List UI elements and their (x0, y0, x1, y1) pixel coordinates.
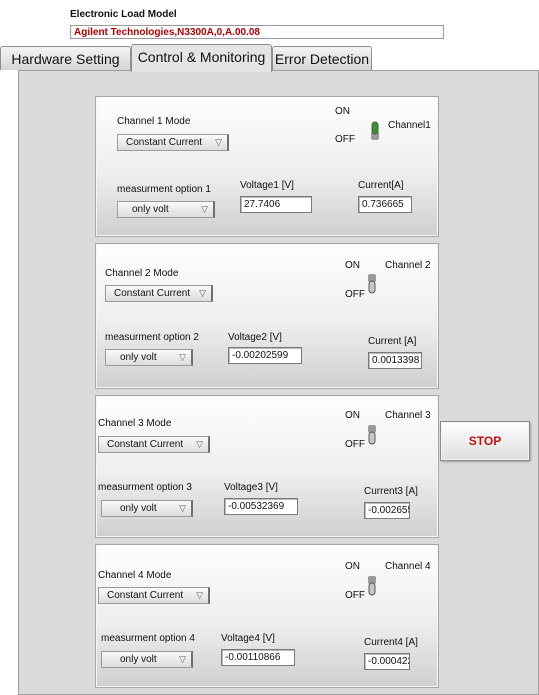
voltage-label: Voltage4 [V] (221, 633, 275, 644)
measurement-option-label: measurment option 1 (117, 184, 211, 195)
current-label: Current3 [A] (364, 486, 418, 497)
voltage-indicator: -0.00532369 (224, 498, 298, 515)
measurement-option-select[interactable]: only volt ▽ (105, 349, 193, 366)
voltage-indicator: -0.00202599 (228, 347, 302, 364)
channel-mode-value: Constant Current (126, 137, 203, 148)
dropdown-arrow-icon: ▽ (215, 137, 222, 147)
channel-switch[interactable] (365, 272, 379, 294)
switch-off-label: OFF (345, 289, 365, 300)
channel-switch-label: Channel 2 (385, 260, 431, 271)
dropdown-arrow-icon: ▽ (196, 439, 203, 449)
current-indicator: -0.000422 (364, 653, 410, 670)
channel-mode-select[interactable]: Constant Current ▽ (98, 587, 210, 604)
measurement-option-select[interactable]: only volt ▽ (117, 201, 215, 218)
measurement-option-label: measurment option 3 (98, 482, 192, 493)
current-label: Current[A] (358, 180, 404, 191)
channel-switch[interactable] (365, 574, 379, 596)
channel-mode-select[interactable]: Constant Current ▽ (117, 134, 229, 151)
dropdown-arrow-icon: ▽ (196, 590, 203, 600)
channel-mode-label: Channel 2 Mode (105, 268, 179, 279)
current-indicator: -0.002655 (364, 502, 410, 519)
channel-mode-label: Channel 1 Mode (117, 116, 191, 127)
toggle-off-icon (368, 274, 376, 294)
channel-1-panel: Channel 1 Mode Constant Current ▽ ON OFF… (95, 96, 439, 237)
measurement-option-value: only volt (120, 352, 157, 363)
channel-mode-select[interactable]: Constant Current ▽ (98, 436, 210, 453)
stop-button[interactable]: STOP (440, 421, 530, 461)
dropdown-arrow-icon: ▽ (179, 503, 186, 513)
channel-mode-label: Channel 3 Mode (98, 418, 172, 429)
channel-2-panel: Channel 2 Mode Constant Current ▽ ON OFF… (95, 243, 439, 389)
tab-control-monitoring[interactable]: Control & Monitoring (131, 44, 272, 72)
measurement-option-value: only volt (120, 654, 157, 665)
dropdown-arrow-icon: ▽ (201, 204, 208, 214)
voltage-indicator: 27.7406 (240, 196, 312, 213)
measurement-option-label: measurment option 4 (101, 633, 195, 644)
channel-mode-value: Constant Current (107, 439, 184, 450)
switch-off-label: OFF (345, 439, 365, 450)
current-label: Current [A] (368, 336, 417, 347)
channel-mode-value: Constant Current (114, 288, 191, 299)
switch-on-label: ON (345, 260, 360, 271)
toggle-off-icon (368, 425, 376, 445)
voltage-indicator: -0.00110866 (221, 649, 295, 666)
switch-on-label: ON (335, 106, 350, 117)
switch-off-label: OFF (345, 590, 365, 601)
measurement-option-select[interactable]: only volt ▽ (101, 651, 193, 668)
channel-4-panel: Channel 4 Mode Constant Current ▽ ON OFF… (95, 544, 439, 688)
dropdown-arrow-icon: ▽ (179, 352, 186, 362)
channel-mode-value: Constant Current (107, 590, 184, 601)
measurement-option-select[interactable]: only volt ▽ (101, 500, 193, 517)
channel-switch-label: Channel 4 (385, 561, 431, 572)
voltage-label: Voltage1 [V] (240, 180, 294, 191)
voltage-label: Voltage3 [V] (224, 482, 278, 493)
toggle-off-icon (368, 576, 376, 596)
channel-switch[interactable] (368, 120, 382, 142)
model-field: Agilent Technologies,N3300A,0,A.00.08 (70, 25, 444, 39)
tab-hardware-setting[interactable]: Hardware Setting (0, 46, 131, 70)
channel-switch-label: Channel 3 (385, 410, 431, 421)
measurement-option-value: only volt (120, 503, 157, 514)
dropdown-arrow-icon: ▽ (179, 654, 186, 664)
measurement-option-label: measurment option 2 (105, 332, 199, 343)
channel-switch-label: Channel1 (388, 120, 431, 131)
switch-off-label: OFF (335, 134, 355, 145)
dropdown-arrow-icon: ▽ (199, 288, 206, 298)
channel-mode-select[interactable]: Constant Current ▽ (105, 285, 213, 302)
channel-mode-label: Channel 4 Mode (98, 570, 172, 581)
current-label: Current4 [A] (364, 637, 418, 648)
channel-switch[interactable] (365, 423, 379, 445)
model-label: Electronic Load Model (70, 9, 177, 20)
current-indicator: 0.0013398 (368, 352, 422, 369)
switch-on-label: ON (345, 561, 360, 572)
voltage-label: Voltage2 [V] (228, 332, 282, 343)
tab-error-detection[interactable]: Error Detection (272, 46, 372, 70)
channel-3-panel: Channel 3 Mode Constant Current ▽ ON OFF… (95, 395, 439, 538)
current-indicator: 0.736665 (358, 196, 412, 213)
switch-on-label: ON (345, 410, 360, 421)
toggle-on-icon (371, 121, 379, 140)
measurement-option-value: only volt (132, 204, 169, 215)
